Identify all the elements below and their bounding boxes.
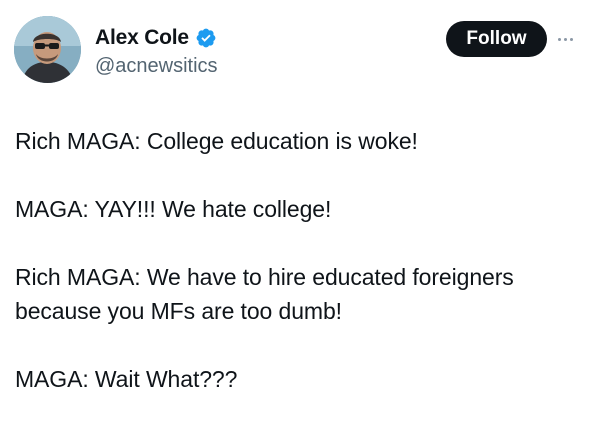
tweet-card: Alex Cole @acnewsitics Follow Rich MAGA:… xyxy=(0,0,599,430)
author-handle[interactable]: @acnewsitics xyxy=(95,55,218,78)
tweet-text: Rich MAGA: College education is woke! MA… xyxy=(15,124,590,396)
tweet-paragraph: MAGA: Wait What??? xyxy=(15,366,238,392)
more-options-icon[interactable] xyxy=(558,34,584,44)
avatar[interactable] xyxy=(14,16,81,83)
avatar-photo xyxy=(14,16,81,83)
author-display-name[interactable]: Alex Cole xyxy=(95,26,189,50)
tweet-paragraph: Rich MAGA: We have to hire educated fore… xyxy=(15,264,514,324)
more-dot xyxy=(558,37,561,41)
tweet-paragraph: MAGA: YAY!!! We hate college! xyxy=(15,196,332,222)
more-dot xyxy=(564,37,567,41)
more-dot xyxy=(570,37,573,41)
author-name-row: Alex Cole xyxy=(95,26,217,50)
follow-button[interactable]: Follow xyxy=(446,21,547,57)
tweet-paragraph: Rich MAGA: College education is woke! xyxy=(15,128,418,154)
verified-badge-icon xyxy=(195,27,217,49)
